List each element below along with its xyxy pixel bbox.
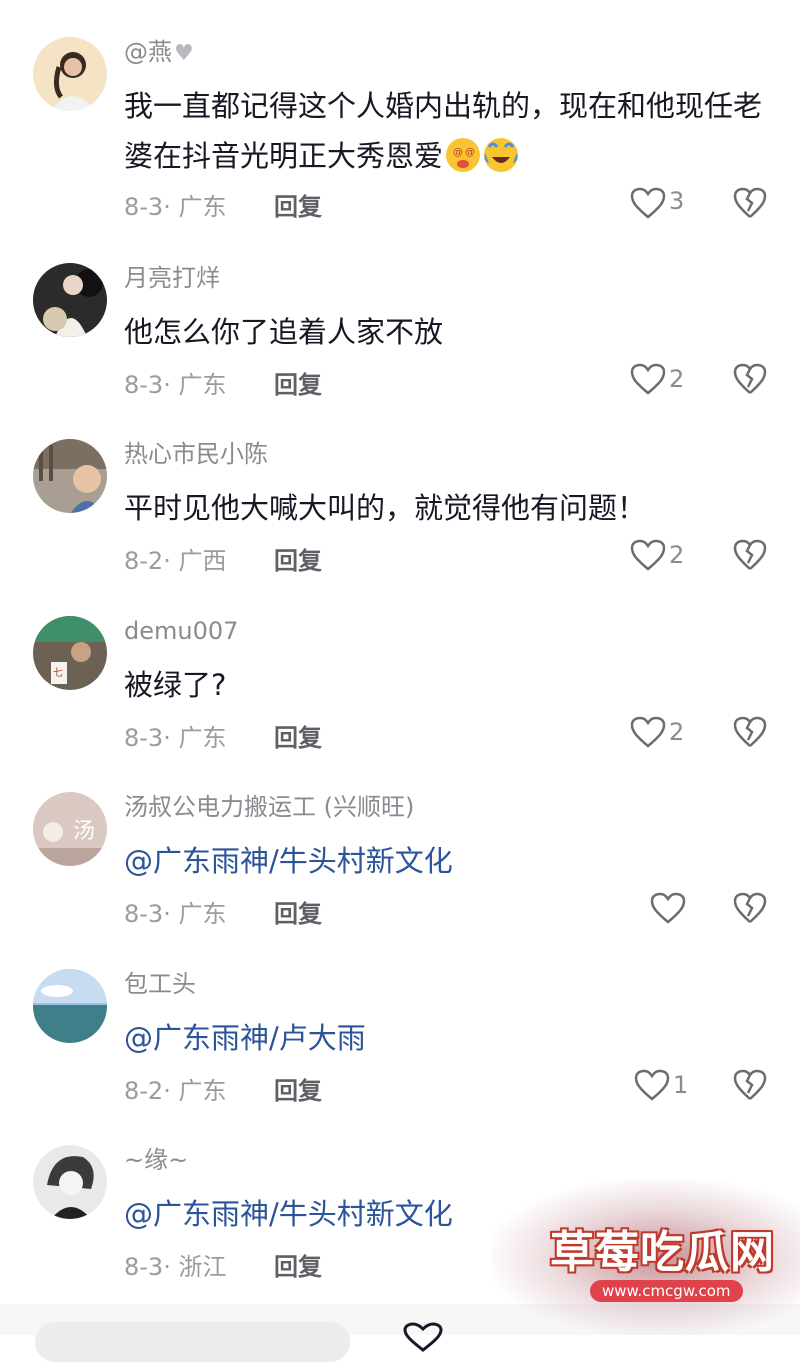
comment-item: @燕♥ 我一直都记得这个人婚内出轨的，现在和他现任老婆在抖音光明正大秀恩爱 @ @ … <box>0 37 800 221</box>
reply-button[interactable]: 回复 <box>274 1071 322 1106</box>
username[interactable]: 包工头 <box>124 969 196 999</box>
like-heart-icon[interactable] <box>630 187 666 219</box>
username[interactable]: 热心市民小陈 <box>124 439 268 469</box>
svg-text:@: @ <box>465 147 475 158</box>
like-count: 2 <box>669 365 685 393</box>
heart-icon: ♥ <box>174 41 194 66</box>
watermark: 草莓吃瓜网 www.cmcgw.com <box>492 1180 800 1335</box>
avatar[interactable] <box>33 263 107 337</box>
avatar[interactable] <box>33 969 107 1043</box>
comment-item: 七 demu007 被绿了? 8-3· 广东 回复 2 <box>0 616 800 793</box>
broken-heart-icon[interactable] <box>733 892 767 924</box>
broken-heart-icon[interactable] <box>733 716 767 748</box>
like-heart-icon[interactable] <box>630 539 666 571</box>
like-count: 2 <box>669 541 685 569</box>
comment-item: 汤 汤叔公电力搬运工 (兴顺旺) @广东雨神/牛头村新文化 8-3· 广东 回复 <box>0 792 800 969</box>
like-heart-icon[interactable] <box>630 716 666 748</box>
avatar[interactable] <box>33 1145 107 1219</box>
comment-text: 他怎么你了追着人家不放 <box>124 315 444 349</box>
comment-date-location: 8-3· 广东 <box>124 371 227 399</box>
username[interactable]: demu007 <box>124 616 238 646</box>
svg-text:七: 七 <box>53 667 63 679</box>
svg-text:@: @ <box>453 147 463 158</box>
comment-text: 被绿了? <box>124 668 227 702</box>
svg-text:汤: 汤 <box>73 819 95 844</box>
username[interactable]: ~缘~ <box>124 1145 188 1175</box>
comment-item: 热心市民小陈 平时见他大喊大叫的，就觉得他有问题！ 8-2· 广西 回复 2 <box>0 439 800 616</box>
avatar[interactable] <box>33 439 107 513</box>
comment-date-location: 8-3· 广东 <box>124 193 227 221</box>
broken-heart-icon[interactable] <box>733 1069 767 1101</box>
comment-text: 我一直都记得这个人婚内出轨的，现在和他现任老婆在抖音光明正大秀恩爱 @ @ <box>124 89 763 173</box>
watermark-url: www.cmcgw.com <box>590 1280 743 1302</box>
comment-date-location: 8-3· 广东 <box>124 900 227 928</box>
avatar[interactable]: 汤 <box>33 792 107 866</box>
comment-item: 月亮打烊 他怎么你了追着人家不放 8-3· 广东 回复 2 <box>0 263 800 440</box>
mention-link[interactable]: @广东雨神/牛头村新文化 <box>124 836 774 886</box>
username[interactable]: 月亮打烊 <box>124 263 220 293</box>
comment-item: 包工头 @广东雨神/卢大雨 8-2· 广东 回复 1 <box>0 969 800 1146</box>
comment-date-location: 8-3· 广东 <box>124 724 227 752</box>
avatar[interactable]: 七 <box>33 616 107 690</box>
broken-heart-icon[interactable] <box>733 363 767 395</box>
broken-heart-icon[interactable] <box>733 539 767 571</box>
mention-link[interactable]: @广东雨神/卢大雨 <box>124 1013 774 1063</box>
broken-heart-icon[interactable] <box>733 187 767 219</box>
reply-button[interactable]: 回复 <box>274 541 322 576</box>
like-count: 3 <box>669 187 685 215</box>
comment-date-location: 8-3· 浙江 <box>124 1253 227 1281</box>
like-heart-icon[interactable] <box>630 363 666 395</box>
crying-laughing-emoji-icon <box>484 138 519 172</box>
avatar[interactable] <box>33 37 107 111</box>
reply-button[interactable]: 回复 <box>274 894 322 929</box>
username[interactable]: @燕♥ <box>124 37 194 69</box>
comment-date-location: 8-2· 广东 <box>124 1077 227 1105</box>
reply-button[interactable]: 回复 <box>274 1247 322 1282</box>
comment-input[interactable] <box>35 1322 350 1362</box>
username[interactable]: 汤叔公电力搬运工 (兴顺旺) <box>124 792 414 822</box>
reply-button[interactable]: 回复 <box>274 718 322 753</box>
like-count: 2 <box>669 718 685 746</box>
like-count: 1 <box>673 1071 689 1099</box>
reply-button[interactable]: 回复 <box>274 187 322 222</box>
heart-icon[interactable] <box>402 1322 444 1352</box>
comment-date-location: 8-2· 广西 <box>124 547 227 575</box>
watermark-logo-text: 草莓吃瓜网 <box>550 1227 775 1278</box>
like-heart-icon[interactable] <box>650 892 686 924</box>
reply-button[interactable]: 回复 <box>274 365 322 400</box>
like-heart-icon[interactable] <box>634 1069 670 1101</box>
dizzy-face-emoji-icon: @ @ <box>446 138 481 172</box>
comment-text: 平时见他大喊大叫的，就觉得他有问题！ <box>124 491 647 525</box>
